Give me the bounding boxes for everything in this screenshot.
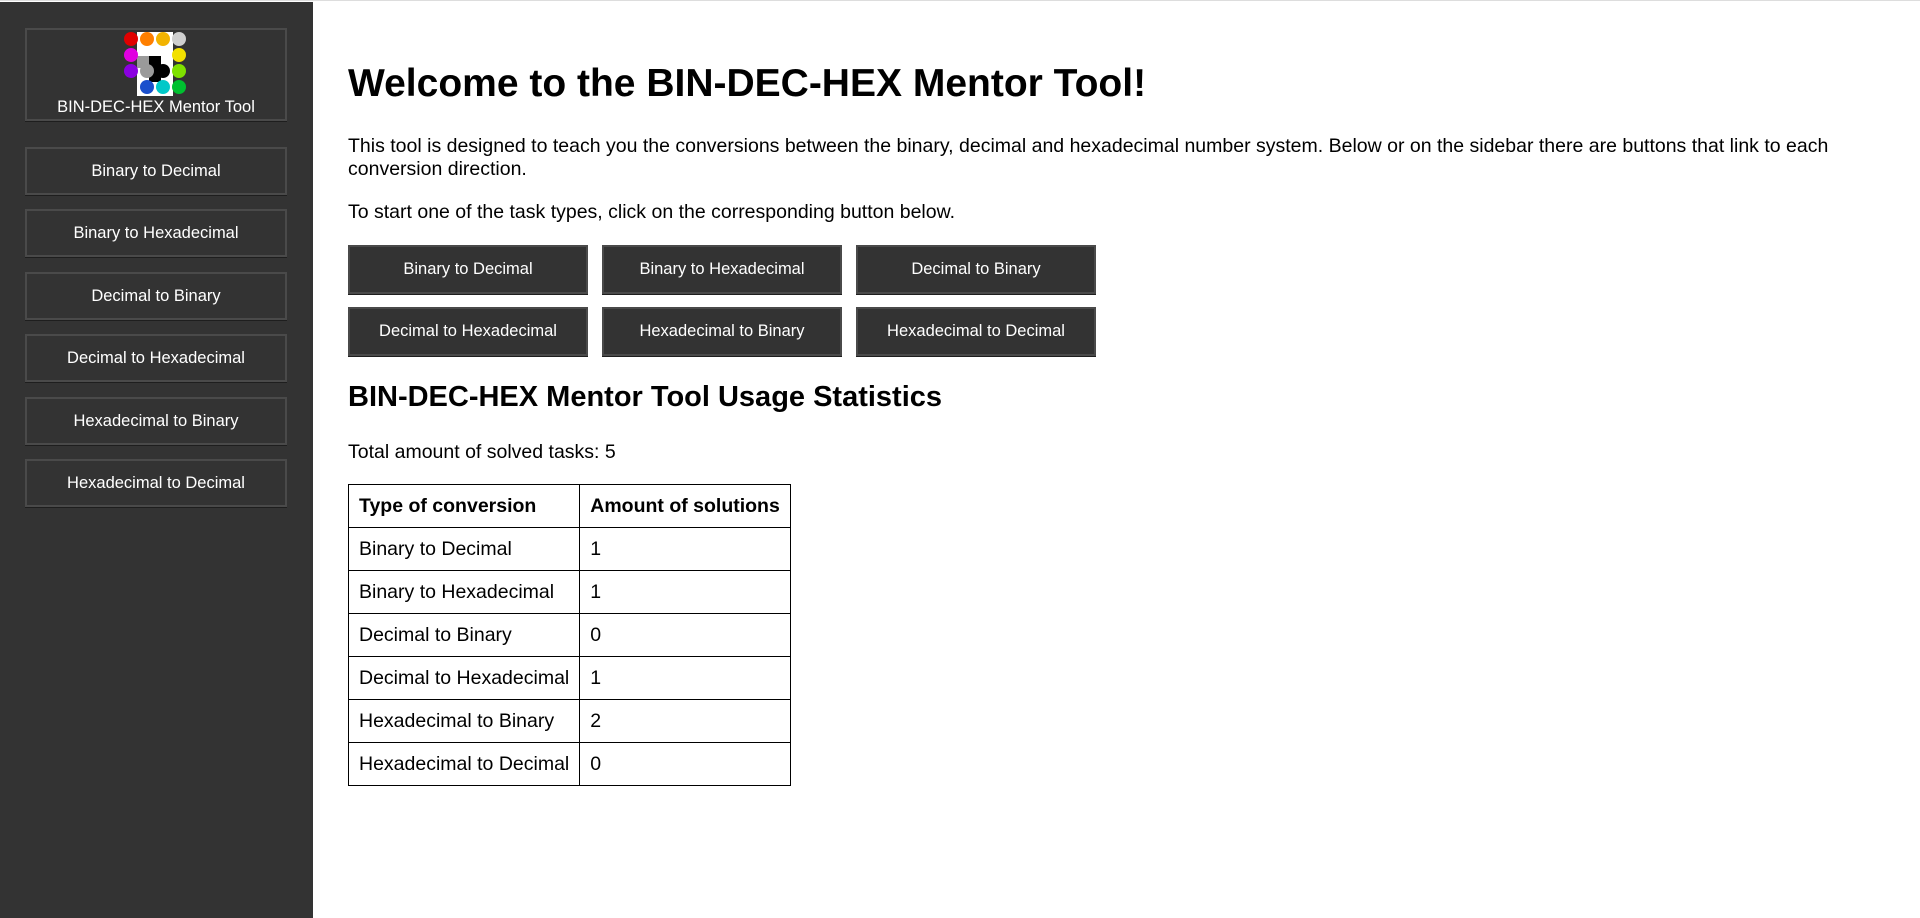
sidebar-item-binary-to-hexadecimal[interactable]: Binary to Hexadecimal (25, 209, 287, 257)
table-row: Binary to Decimal 1 (347, 527, 791, 571)
table-row: Decimal to Hexadecimal 1 (347, 656, 791, 700)
column-header-amount: Amount of solutions (579, 484, 791, 528)
table-cell-amount: 1 (579, 527, 791, 571)
logo-dot (172, 32, 186, 46)
total-solved-text: Total amount of solved tasks: 5 (348, 441, 616, 463)
table-cell-type: Binary to Hexadecimal (347, 570, 581, 614)
binary-to-decimal-button[interactable]: Binary to Decimal (348, 245, 588, 294)
logo-dot (124, 48, 138, 62)
intro-text: This tool is designed to teach you the c… (348, 135, 1829, 180)
hexadecimal-to-binary-button[interactable]: Hexadecimal to Binary (602, 307, 842, 356)
table-cell-amount: 1 (579, 656, 791, 700)
table-cell-type: Binary to Decimal (347, 527, 581, 571)
table-cell-amount: 2 (579, 699, 791, 743)
logo-dot (156, 64, 170, 78)
stats-title: BIN-DEC-HEX Mentor Tool Usage Statistics (348, 381, 943, 413)
sidebar-item-hexadecimal-to-binary[interactable]: Hexadecimal to Binary (25, 397, 287, 445)
logo-dot (140, 64, 154, 78)
page-title: Welcome to the BIN-DEC-HEX Mentor Tool! (348, 62, 1147, 105)
table-cell-type: Hexadecimal to Binary (347, 699, 581, 743)
sidebar-item-decimal-to-binary[interactable]: Decimal to Binary (25, 272, 287, 320)
binary-to-hexadecimal-button[interactable]: Binary to Hexadecimal (602, 245, 842, 294)
logo-dot (124, 32, 138, 46)
table-header-row: Type of conversion Amount of solutions (347, 484, 791, 528)
sidebar-item-hexadecimal-to-decimal[interactable]: Hexadecimal to Decimal (25, 459, 287, 507)
start-instructions: To start one of the task types, click on… (348, 201, 956, 223)
logo-dot (156, 80, 170, 94)
logo-dot (172, 48, 186, 62)
decimal-to-binary-button[interactable]: Decimal to Binary (856, 245, 1096, 294)
sidebar-item-decimal-to-hexadecimal[interactable]: Decimal to Hexadecimal (25, 334, 287, 382)
home-label: BIN-DEC-HEX Mentor Tool (57, 98, 255, 116)
logo-dot (156, 32, 170, 46)
logo-dot (140, 32, 154, 46)
table-cell-type: Decimal to Binary (347, 613, 581, 657)
table-row: Decimal to Binary 0 (347, 613, 791, 657)
table-cell-amount: 1 (579, 570, 791, 614)
table-cell-amount: 0 (579, 613, 791, 657)
logo-dot (140, 80, 154, 94)
table-cell-type: Hexadecimal to Decimal (347, 742, 581, 786)
sidebar-item-binary-to-decimal[interactable]: Binary to Decimal (25, 147, 287, 195)
table-row: Hexadecimal to Decimal 0 (347, 742, 791, 786)
sidebar: BIN-DEC-HEX Mentor Tool Binary to Decima… (0, 2, 313, 918)
logo-dot (172, 80, 186, 94)
table-cell-amount: 0 (579, 742, 791, 786)
table-row: Binary to Hexadecimal 1 (347, 570, 791, 614)
logo-dot (172, 64, 186, 78)
usage-statistics-table: Type of conversion Amount of solutions B… (347, 484, 791, 786)
column-header-type: Type of conversion (347, 484, 581, 528)
decimal-to-hexadecimal-button[interactable]: Decimal to Hexadecimal (348, 307, 588, 356)
logo-dot (124, 64, 138, 78)
table-row: Hexadecimal to Binary 2 (347, 699, 791, 743)
table-cell-type: Decimal to Hexadecimal (347, 656, 581, 700)
hexadecimal-to-decimal-button[interactable]: Hexadecimal to Decimal (856, 307, 1096, 356)
page: BIN-DEC-HEX Mentor Tool Binary to Decima… (0, 0, 1920, 918)
sidebar-home-button[interactable]: BIN-DEC-HEX Mentor Tool (25, 28, 287, 121)
colored-dot-grid-logo-icon (124, 32, 186, 96)
